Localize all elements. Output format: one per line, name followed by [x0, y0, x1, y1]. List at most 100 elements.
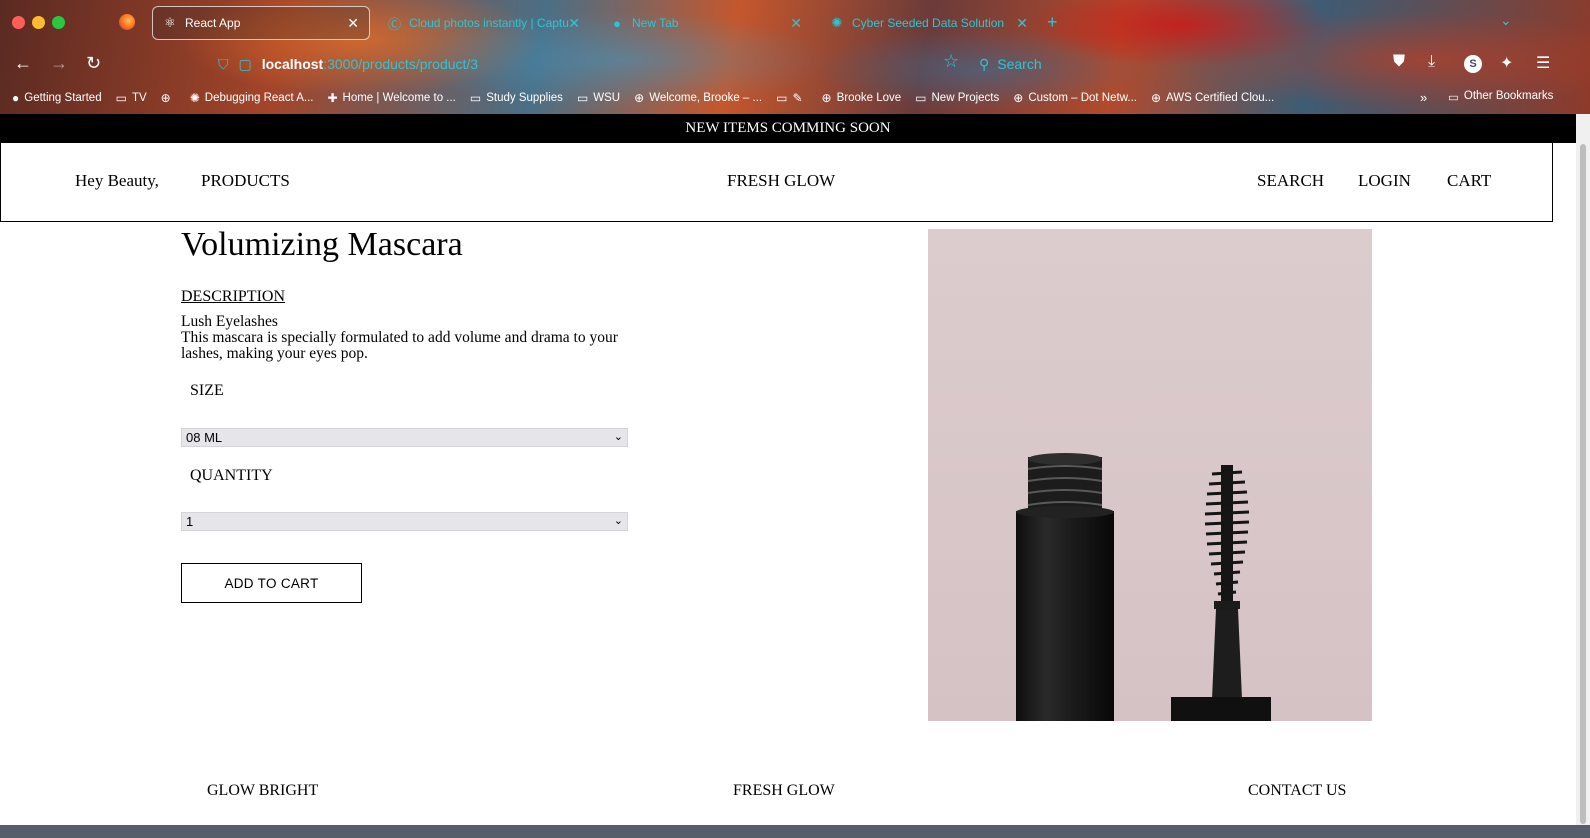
bookmark-home-welcome[interactable]: ✚ Home | Welcome to ...: [327, 91, 455, 105]
bookmark-star-icon[interactable]: ☆: [943, 51, 959, 72]
window-bottom-edge: [0, 825, 1590, 838]
close-tab-icon[interactable]: ✕: [1016, 15, 1028, 32]
hamburger-menu-icon[interactable]: ☰: [1536, 53, 1550, 73]
bookmark-tv[interactable]: ▭ TV: [116, 91, 147, 105]
forward-arrow-icon[interactable]: →: [50, 53, 68, 74]
page-scrollbar[interactable]: [1576, 114, 1590, 825]
browser-chrome: ⚛ React App ✕ Ⓒ Cloud photos instantly |…: [0, 0, 1590, 114]
bookmark-label: TV: [131, 92, 147, 104]
navigation-toolbar: ← → ↻ ⛉ ▢ localhost:3000/products/produc…: [0, 44, 1590, 84]
pocket-icon[interactable]: ⛊: [1393, 53, 1405, 71]
page-icon[interactable]: ▢: [239, 56, 252, 73]
url-text[interactable]: localhost:3000/products/product/3: [262, 56, 478, 72]
nav-search-link[interactable]: SEARCH: [1257, 171, 1324, 191]
bookmark-welcome-brooke[interactable]: ⊕ Welcome, Brooke – ...: [634, 91, 762, 105]
page-viewport: NEW ITEMS COMMING SOON Hey Beauty, PRODU…: [0, 114, 1576, 825]
openai-icon: ✺: [189, 91, 200, 105]
folder-icon: ▭: [1448, 92, 1459, 104]
folder-icon: ▭: [469, 91, 482, 105]
new-tab-button[interactable]: +: [1047, 12, 1058, 33]
product-tagline: Lush Eyelashes: [181, 313, 278, 330]
chevron-down-icon: ⌄: [613, 431, 623, 443]
scrollbar-thumb[interactable]: [1580, 144, 1586, 824]
nav-login-link[interactable]: LOGIN: [1358, 171, 1411, 191]
globe-icon: ⊕: [160, 91, 171, 105]
brand-logo-link[interactable]: FRESH GLOW: [727, 171, 835, 191]
bookmark-study-supplies[interactable]: ▭ Study Supplies: [470, 91, 563, 105]
other-bookmarks[interactable]: ▭ Other Bookmarks: [1448, 90, 1553, 104]
folder-icon: ▭: [776, 91, 788, 105]
close-tab-icon[interactable]: ✕: [790, 15, 802, 32]
tab-label: Cloud photos instantly | Capture: [409, 16, 569, 30]
nav-cart-link[interactable]: CART: [1447, 171, 1491, 191]
search-bar[interactable]: ⚲ Search: [975, 49, 1375, 79]
size-select[interactable]: 08 ML ⌄: [181, 428, 628, 447]
close-window-button[interactable]: [12, 16, 25, 29]
shield-icon[interactable]: ⛉: [218, 56, 229, 73]
announcement-text: NEW ITEMS COMMING SOON: [685, 120, 891, 136]
bookmark-label: Study Supplies: [486, 92, 563, 104]
product-image: [928, 229, 1372, 721]
reload-icon[interactable]: ↻: [86, 53, 101, 74]
bookmarks-toolbar: ● Getting Started ▭ TV ⊕ ✺ Debugging React …: [0, 86, 1590, 110]
maximize-window-button[interactable]: [52, 16, 65, 29]
folder-icon: ▭: [115, 91, 127, 105]
description-heading: DESCRIPTION: [181, 288, 286, 305]
close-tab-icon[interactable]: ✕: [347, 15, 359, 32]
tab-capture[interactable]: Ⓒ Cloud photos instantly | Capture ✕: [378, 6, 590, 40]
quantity-select[interactable]: 1 ⌄: [181, 512, 628, 531]
bookmark-wsu[interactable]: ▭ WSU: [577, 91, 620, 105]
tab-label: New Tab: [632, 16, 679, 30]
site-header: Hey Beauty, PRODUCTS FRESH GLOW SEARCH L…: [0, 143, 1553, 222]
nav-products-link[interactable]: PRODUCTS: [201, 171, 290, 191]
notepad-icon: ✎: [792, 91, 803, 105]
bookmark-label: WSU: [593, 92, 621, 104]
bookmark-label: Home | Welcome to ...: [342, 92, 456, 104]
tab-cyber-seeded[interactable]: ✺ Cyber Seeded Data Solution ✕: [820, 6, 1038, 40]
mascara-illustration: [1016, 453, 1271, 721]
bookmark-label: Brooke Love: [836, 92, 902, 104]
list-tabs-chevron-icon[interactable]: ⌄: [1500, 12, 1512, 29]
extensions-puzzle-icon[interactable]: ✦: [1500, 53, 1513, 73]
size-select-value: 08 ML: [186, 430, 223, 445]
bookmark-label: AWS Certified Clou...: [1166, 92, 1275, 104]
bookmark-new-projects[interactable]: ▭ New Projects: [915, 91, 999, 105]
globe-icon: ⊕: [634, 91, 645, 105]
more-bookmarks-chevron-icon[interactable]: »: [1420, 90, 1427, 105]
tab-react-app[interactable]: ⚛ React App ✕: [152, 6, 370, 40]
search-icon: ⚲: [979, 55, 990, 72]
quantity-select-value: 1: [186, 514, 194, 529]
tab-label: React App: [185, 16, 241, 30]
minimize-window-button[interactable]: [32, 16, 45, 29]
url-host: localhost: [261, 56, 324, 72]
add-to-cart-button[interactable]: ADD TO CART: [181, 563, 362, 603]
footer-fresh-glow-link[interactable]: FRESH GLOW: [733, 782, 835, 800]
download-icon[interactable]: ⤓: [1428, 53, 1435, 71]
back-arrow-icon[interactable]: ←: [14, 53, 32, 74]
bookmark-globe[interactable]: ⊕: [161, 91, 176, 105]
footer-glow-bright-link[interactable]: GLOW BRIGHT: [207, 782, 318, 800]
product-title: Volumizing Mascara: [181, 226, 463, 263]
footer-contact-us-link[interactable]: CONTACT US: [1248, 782, 1346, 800]
tab-new-tab[interactable]: ● New Tab ✕: [600, 6, 812, 40]
chevron-down-icon: ⌄: [613, 515, 623, 527]
address-bar[interactable]: ⛉ ▢ localhost:3000/products/product/3 ☆: [210, 49, 964, 79]
bookmark-getting-started[interactable]: ● Getting Started: [12, 91, 102, 105]
description-body: Lush Eyelashes This mascara is specially…: [181, 314, 641, 362]
other-bookmarks-label: Other Bookmarks: [1463, 90, 1554, 102]
firefox-icon: ●: [12, 91, 20, 105]
greeting-text: Hey Beauty,: [75, 171, 159, 190]
bookmark-aws-certified[interactable]: ⊕ AWS Certified Clou...: [1151, 91, 1274, 105]
bookmark-debugging-react[interactable]: ✺ Debugging React A...: [190, 91, 314, 105]
close-tab-icon[interactable]: ✕: [568, 15, 580, 32]
bookmark-brooke-love[interactable]: ⊕ Brooke Love: [822, 91, 902, 105]
firefox-view-icon[interactable]: [119, 14, 135, 30]
bookmark-custom-dot-network[interactable]: ⊕ Custom – Dot Netw...: [1013, 91, 1137, 105]
bookmark-notes-folder[interactable]: ▭ ✎: [776, 91, 807, 105]
announcement-bar: NEW ITEMS COMMING SOON: [0, 114, 1576, 143]
profile-avatar[interactable]: S: [1464, 55, 1482, 73]
globe-icon: ⊕: [1150, 91, 1162, 105]
react-icon: ⚛: [164, 15, 176, 30]
bookmark-label: New Projects: [931, 92, 1000, 104]
folder-icon: ▭: [915, 91, 927, 105]
